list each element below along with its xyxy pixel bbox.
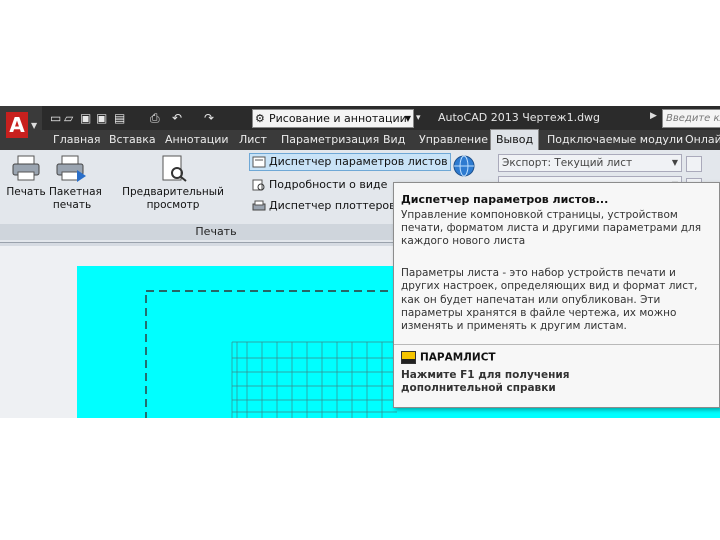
batch-plot-button[interactable]: Пакетная печать — [49, 154, 102, 212]
search-input[interactable]: Введите кл — [662, 109, 720, 128]
tooltip-command-name: ПАРАМЛИСТ — [420, 351, 496, 364]
autocad-window: ▭ ▱ ▣ ▣ ▤ ⎙ ↶ ↷ ⚙ Рисование и аннотации … — [0, 106, 720, 418]
tooltip-command: ПАРАМЛИСТ — [401, 351, 496, 364]
plotter-manager-label: Диспетчер плоттеров — [269, 199, 396, 212]
tab-home[interactable]: Главная — [48, 130, 106, 150]
print-quick-icon[interactable]: ⎙ — [150, 110, 160, 126]
tab-plugins[interactable]: Подключаемые модули — [542, 130, 688, 150]
tooltip-help-hint: Нажмите F1 для получения дополнительной … — [401, 369, 570, 395]
batch-plot-label: Пакетная — [49, 186, 102, 198]
plot-button[interactable]: Печать — [6, 154, 46, 199]
tooltip-extended-description: Параметры листа - это набор устройств пе… — [401, 267, 698, 333]
view-details-label: Подробности о виде — [269, 178, 388, 191]
gear-icon: ⚙ — [255, 112, 265, 125]
workspace-selector[interactable]: ⚙ Рисование и аннотации ▼ — [252, 109, 414, 128]
new-file-icon[interactable]: ▭ — [50, 110, 61, 126]
application-menu-button[interactable]: A ▼ — [0, 106, 42, 150]
printer-icon — [12, 155, 40, 181]
tab-manage[interactable]: Управление — [414, 130, 493, 150]
page-setup-manager-button[interactable]: Диспетчер параметров листов — [249, 153, 451, 171]
window-title: AutoCAD 2013 Чертеж1.dwg — [438, 111, 601, 124]
plot-label: Печать — [6, 186, 46, 198]
plot-quick-icon[interactable]: ▤ — [114, 110, 125, 126]
page-setup-icon — [252, 156, 266, 168]
page-setup-tooltip: Диспетчер параметров листов... Управлени… — [393, 182, 720, 408]
page-setup-label: Диспетчер параметров листов — [269, 155, 448, 168]
open-file-icon[interactable]: ▱ — [64, 110, 73, 126]
preview-label: Предварительный просмотр — [122, 186, 224, 211]
tooltip-description: Управление компоновкой страницы, устройс… — [401, 209, 702, 247]
help-hint-line-2: дополнительной справки — [401, 382, 556, 394]
chevron-down-icon: ▼ — [404, 114, 411, 123]
help-hint-line-1: Нажмите F1 для получения — [401, 369, 570, 381]
export-options-icon[interactable] — [686, 156, 702, 172]
undo-icon[interactable]: ↶ — [172, 110, 182, 126]
export-select-value: Экспорт: Текущий лист — [502, 157, 633, 169]
save-icon[interactable]: ▣ — [80, 110, 91, 126]
tab-output[interactable]: Вывод — [490, 129, 540, 150]
title-bar: ▭ ▱ ▣ ▣ ▤ ⎙ ↶ ↷ ⚙ Рисование и аннотации … — [0, 106, 720, 130]
ribbon-tabs: Главная Вставка Аннотации Лист Параметри… — [42, 129, 720, 150]
workspace-label: Рисование и аннотации — [269, 112, 407, 125]
publish-globe-icon[interactable] — [452, 154, 478, 178]
tab-online[interactable]: Онлай — [680, 130, 720, 150]
chevron-down-icon: ▼ — [671, 158, 678, 167]
batch-printer-icon — [56, 155, 86, 182]
tab-insert[interactable]: Вставка — [104, 130, 161, 150]
tooltip-title: Диспетчер параметров листов... — [401, 193, 609, 206]
tab-parametric[interactable]: Параметризация — [276, 130, 384, 150]
preview-icon — [162, 155, 187, 182]
view-details-icon — [252, 179, 265, 191]
plotter-icon — [252, 200, 266, 211]
autocad-logo: A — [6, 112, 28, 138]
customize-qat-icon[interactable]: ▾ — [416, 110, 421, 126]
export-select[interactable]: Экспорт: Текущий лист ▼ — [498, 154, 682, 172]
batch-plot-label-2: печать — [52, 199, 92, 211]
tooltip-divider — [394, 344, 719, 345]
expand-arrow-icon[interactable]: ▶ — [650, 111, 657, 121]
chevron-down-icon: ▼ — [31, 121, 38, 130]
tab-annotate[interactable]: Аннотации — [160, 130, 234, 150]
plotter-manager-button[interactable]: Диспетчер плоттеров — [252, 198, 396, 214]
view-details-button[interactable]: Подробности о виде — [252, 177, 387, 193]
save-as-icon[interactable]: ▣ — [96, 110, 107, 126]
tab-view[interactable]: Вид — [378, 130, 410, 150]
plot-panel-label: Печать — [0, 224, 432, 240]
tab-layout[interactable]: Лист — [234, 130, 272, 150]
redo-icon[interactable]: ↷ — [204, 110, 214, 126]
preview-button[interactable]: Предварительный просмотр — [100, 154, 246, 212]
command-line-icon — [401, 351, 416, 364]
